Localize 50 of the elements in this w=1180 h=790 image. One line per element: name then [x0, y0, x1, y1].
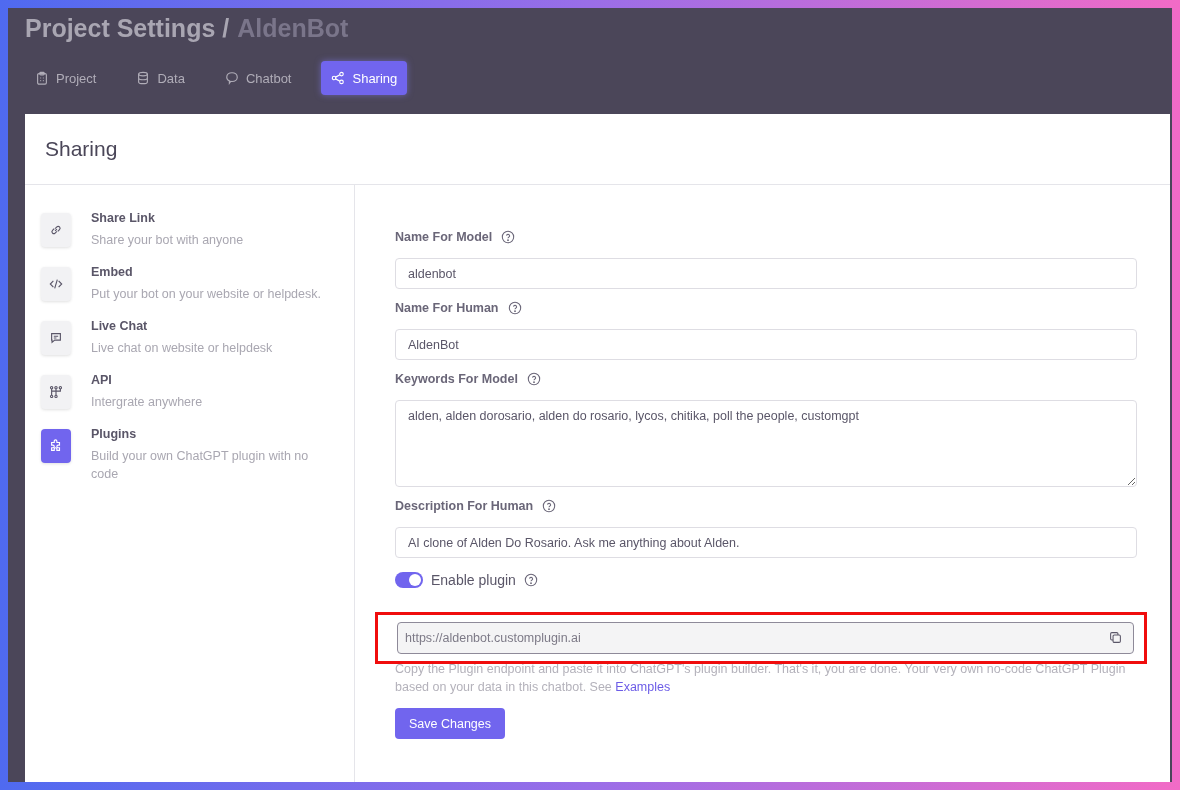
sidebar-item-title: Embed	[91, 265, 134, 279]
help-icon[interactable]	[507, 301, 522, 315]
card-title: Sharing	[45, 137, 118, 161]
endpoint-field[interactable]: https://aldenbot.customplugin.ai	[397, 622, 1134, 654]
input-field[interactable]: AldenBot	[395, 329, 1137, 360]
field-label: Description For Human	[395, 499, 534, 513]
field-label: Name For Human	[395, 301, 499, 315]
sidebar-item-title: API	[91, 373, 113, 387]
link-icon	[49, 223, 63, 237]
sidebar-item[interactable]: Plugins Build your own ChatGPT plugin with no code	[41, 427, 354, 483]
tab[interactable]: Sharing	[321, 61, 408, 95]
clipboard-icon	[35, 71, 49, 85]
message-icon	[49, 331, 63, 345]
tab[interactable]: Project	[25, 61, 107, 95]
input-field[interactable]: aldenbot	[395, 258, 1137, 289]
share-icon	[331, 71, 346, 85]
field-label: Name For Model	[395, 230, 493, 244]
sidebar-item[interactable]: API Intergrate anywhere	[41, 373, 354, 411]
help-icon[interactable]	[501, 230, 516, 244]
sidebar-item[interactable]: Embed Put your bot on your website or helpdesk.	[41, 265, 354, 303]
help-text: Copy the Plugin endpoint and paste it into ChatGPT's plugin builder. That's it, you are done. Your very own no-code ChatGPT Plugin based on your data in this chatbot. See Examples	[395, 661, 1127, 696]
tab[interactable]: Chatbot	[214, 61, 302, 95]
sidebar-item-subtitle: Live chat on website or helpdesk	[91, 340, 274, 357]
text-area[interactable]: alden, alden dorosario, alden do rosario, lycos, chitika, poll the people, customgpt	[395, 400, 1137, 487]
help-icon[interactable]	[526, 372, 541, 386]
chat-bubble-icon	[224, 71, 239, 85]
tab[interactable]: Data	[126, 61, 195, 95]
page-title: Project Settings /	[25, 13, 230, 43]
sidebar-item-title: Live Chat	[91, 319, 149, 333]
help-icon[interactable]	[542, 499, 557, 513]
api-icon	[49, 385, 63, 399]
toggle-switch[interactable]	[395, 572, 423, 588]
sidebar-item[interactable]: Share Link Share your bot with anyone	[41, 211, 354, 249]
sidebar-item-subtitle: Share your bot with anyone	[91, 232, 245, 249]
sidebar-item-subtitle: Intergrate anywhere	[91, 394, 204, 411]
sidebar-item-title: Share Link	[91, 211, 156, 225]
code-icon	[49, 277, 63, 291]
sidebar-item-subtitle: Put your bot on your website or helpdesk.	[91, 286, 321, 303]
puzzle-icon	[49, 439, 63, 453]
copy-icon[interactable]	[1109, 631, 1122, 644]
examples-link[interactable]: Examples	[615, 680, 671, 694]
sidebar-item-title: Plugins	[91, 427, 138, 441]
help-icon[interactable]	[523, 573, 538, 587]
input-field[interactable]: AI clone of Alden Do Rosario. Ask me anything about Alden.	[395, 527, 1137, 558]
save-button[interactable]: Save Changes	[395, 708, 505, 739]
toggle-label: Enable plugin	[431, 572, 516, 588]
sidebar-item[interactable]: Live Chat Live chat on website or helpdesk	[41, 319, 354, 357]
field-label: Keywords For Model	[395, 372, 518, 386]
database-icon	[136, 71, 151, 85]
sidebar-item-subtitle: Build your own ChatGPT plugin with no code	[91, 448, 310, 483]
